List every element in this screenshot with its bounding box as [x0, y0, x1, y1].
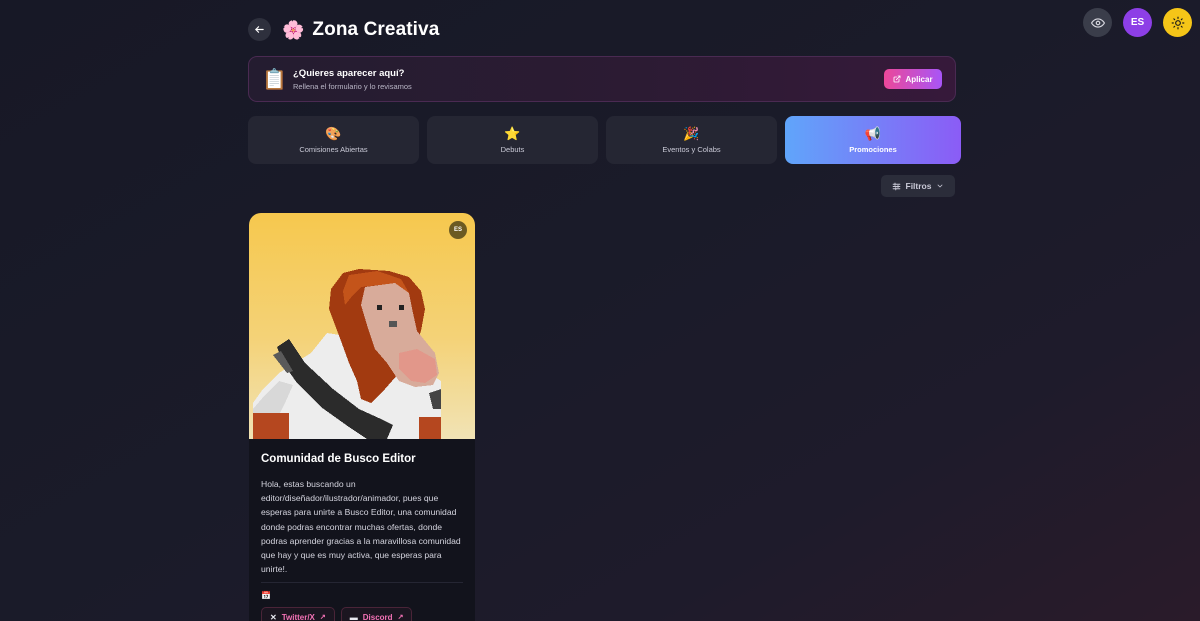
top-actions: ES	[1083, 8, 1192, 37]
back-button[interactable]	[248, 18, 271, 41]
filters-label: Filtros	[905, 181, 932, 191]
card-title: Comunidad de Busco Editor	[261, 453, 416, 465]
chevron-down-icon	[938, 184, 943, 188]
external-link-icon: ↗	[397, 614, 404, 621]
sliders-icon	[892, 182, 900, 190]
banner-title: ¿Quieres aparecer aquí?	[293, 67, 405, 79]
discord-icon: ▬	[349, 612, 358, 621]
apply-button-label: Aplicar	[905, 74, 933, 84]
tab-debuts[interactable]: ⭐ Debuts	[427, 116, 598, 164]
banner-subtitle: Rellena el formulario y lo revisamos	[293, 81, 412, 91]
eye-icon	[1090, 17, 1105, 28]
external-link-icon	[894, 75, 901, 83]
tab-label: Promociones	[849, 144, 897, 154]
external-link-icon: ↗	[319, 614, 326, 621]
clipboard-icon: 📋	[262, 68, 287, 91]
card-image: ES	[249, 213, 475, 439]
page-header: 🌸 Zona Creativa	[248, 18, 439, 41]
calendar-icon: 📅	[261, 591, 271, 601]
tab-eventos-y-colabs[interactable]: 🎉 Eventos y Colabs	[606, 116, 777, 164]
flower-icon: 🌸	[282, 19, 305, 40]
discord-link-label: Discord	[362, 612, 393, 621]
apply-banner: 📋 ¿Quieres aparecer aquí? Rellena el for…	[248, 56, 956, 102]
card-links: ✕ Twitter/X ↗ ▬ Discord ↗	[261, 607, 463, 621]
promotion-card[interactable]: ES Comunidad de Busco Editor Hola, estas…	[249, 213, 475, 621]
card-language-badge: ES	[449, 221, 467, 239]
language-button[interactable]: ES	[1123, 8, 1152, 37]
tab-label: Eventos y Colabs	[662, 144, 721, 154]
card-divider	[261, 582, 463, 584]
language-label: ES	[1130, 17, 1145, 28]
discord-link[interactable]: ▬ Discord ↗	[340, 607, 413, 621]
twitter-link[interactable]: ✕ Twitter/X ↗	[261, 607, 335, 621]
sun-icon	[1171, 16, 1184, 29]
twitter-link-label: Twitter/X	[281, 612, 315, 621]
category-tabs: 🎨 Comisiones Abiertas ⭐ Debuts 🎉 Eventos…	[248, 116, 961, 164]
star-icon: ⭐	[504, 125, 521, 141]
visibility-button[interactable]	[1083, 8, 1112, 37]
tab-label: Debuts	[500, 144, 525, 154]
megaphone-icon: 📢	[864, 125, 882, 141]
pixel-art-avatar-image	[253, 269, 441, 439]
party-popper-icon: 🎉	[683, 125, 700, 141]
card-body: Comunidad de Busco Editor Hola, estas bu…	[249, 439, 475, 621]
tab-promociones[interactable]: 📢 Promociones	[785, 116, 961, 164]
palette-icon: 🎨	[325, 125, 342, 141]
tab-comisiones-abiertas[interactable]: 🎨 Comisiones Abiertas	[248, 116, 419, 164]
banner-text: ¿Quieres aparecer aquí? Rellena el formu…	[293, 68, 884, 91]
theme-toggle-button[interactable]	[1163, 8, 1192, 37]
filters-button[interactable]: Filtros	[881, 175, 955, 197]
tab-label: Comisiones Abiertas	[299, 144, 368, 154]
apply-button[interactable]: Aplicar	[884, 69, 942, 89]
page-title: Zona Creativa	[312, 18, 440, 40]
card-description: Hola, estas buscando un editor/diseñador…	[261, 479, 461, 575]
x-icon: ✕	[270, 612, 277, 621]
arrow-left-icon	[255, 26, 264, 33]
